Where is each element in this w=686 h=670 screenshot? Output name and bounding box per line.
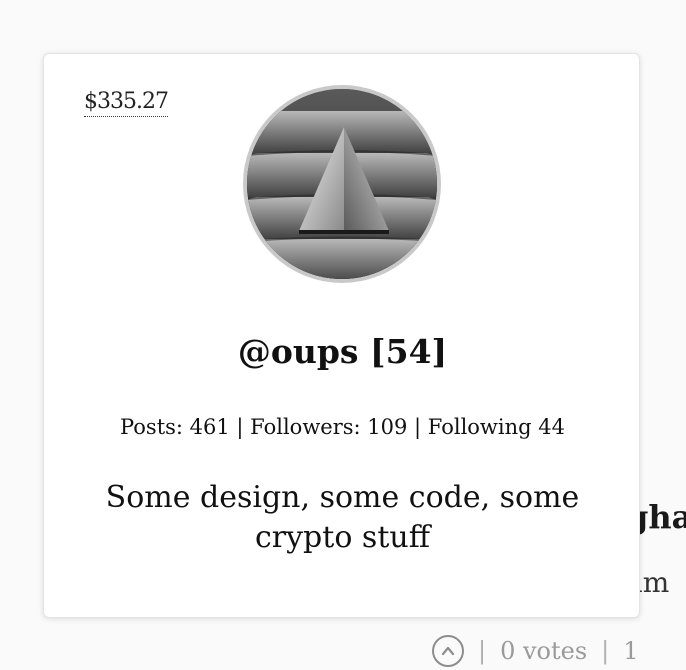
votes-count[interactable]: 0 votes <box>500 637 587 665</box>
avatar[interactable] <box>243 85 441 283</box>
background-post-footer: | 0 votes | 1 <box>432 632 639 670</box>
username[interactable]: @oups [54] <box>44 332 641 371</box>
profile-bio: Some design, some code, some crypto stuf… <box>105 480 580 555</box>
trailing-meta: 1 <box>623 637 639 665</box>
page: gha am | 0 votes | 1 $335.27 @oups [54] … <box>0 0 686 670</box>
chevron-up-icon <box>441 646 455 656</box>
triangle-on-hand-icon <box>247 89 437 279</box>
profile-stats: Posts: 461 | Followers: 109 | Following … <box>120 415 565 439</box>
separator: | <box>478 637 487 665</box>
profile-card: $335.27 @oups [54] Posts: 461 | Follower… <box>43 53 640 618</box>
separator: | <box>601 637 610 665</box>
payout-value[interactable]: $335.27 <box>84 88 169 117</box>
upvote-button[interactable] <box>432 635 464 667</box>
